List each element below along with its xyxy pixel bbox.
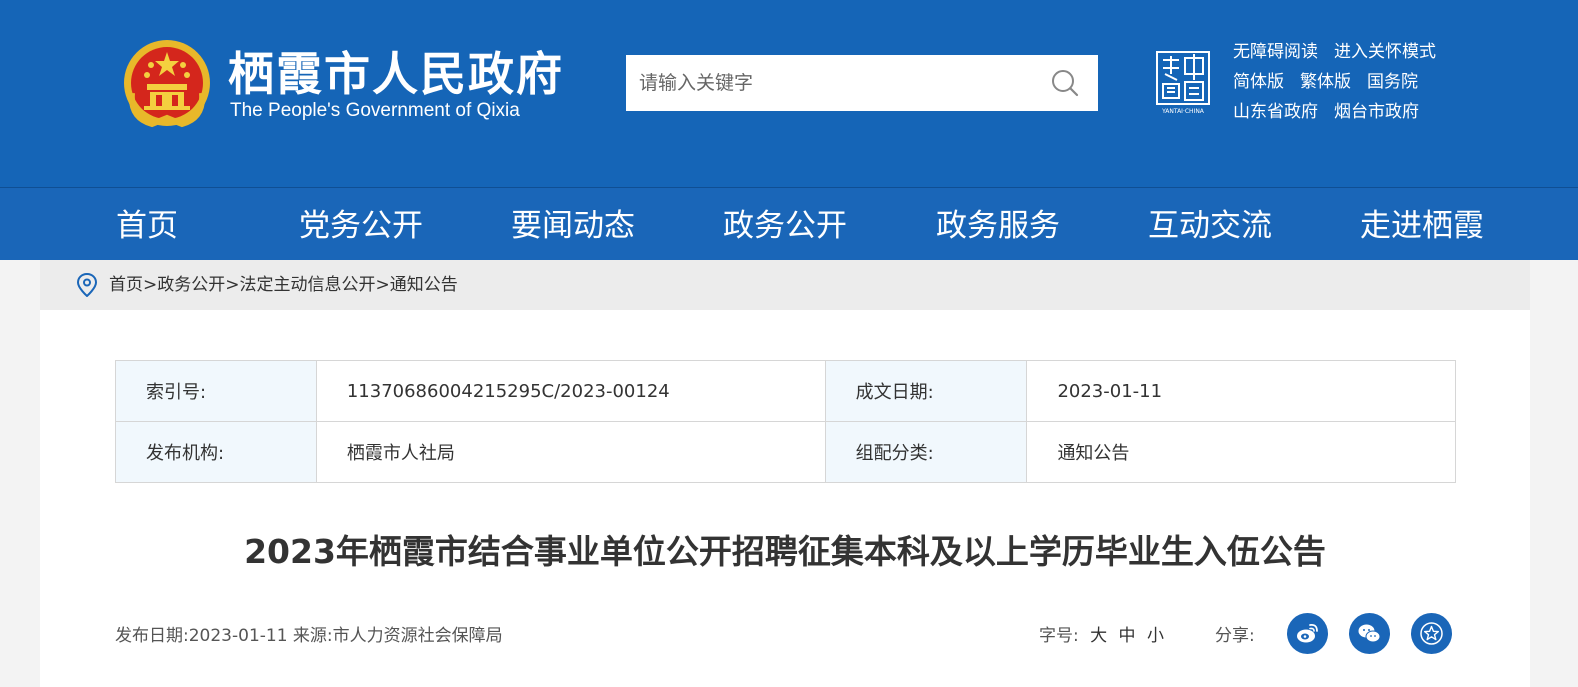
share-wechat-button[interactable] [1349,613,1390,654]
table-row: 索引号: 11370686004215295C/2023-00124 成文日期:… [115,360,1456,422]
location-pin-icon [76,273,98,297]
link-simplified[interactable]: 简体版 [1233,72,1284,92]
site-name-chinese: 栖霞市人民政府 [228,47,564,101]
index-value: 11370686004215295C/2023-00124 [315,360,826,422]
nav-item-gov-services[interactable]: 政务服务 [936,188,1060,264]
national-emblem-icon [124,40,210,128]
nav-item-party-affairs[interactable]: 党务公开 [299,188,423,264]
yantai-china-logo-icon[interactable]: YANTAI·CHINA [1155,50,1211,116]
publish-info: 发布日期:2023-01-11 来源:市人力资源社会保障局 [115,626,503,646]
site-header: 栖霞市人民政府 The People's Government of Qixia… [0,0,1578,187]
link-yantai-gov[interactable]: 烟台市政府 [1334,102,1419,122]
font-size-label: 字号: [1039,626,1079,646]
breadcrumb: 首页>政务公开>法定主动信息公开>通知公告 [40,260,1530,310]
weibo-icon [1297,623,1318,643]
document-meta-table: 索引号: 11370686004215295C/2023-00124 成文日期:… [115,360,1456,483]
date-value: 2023-01-11 [1026,360,1456,422]
nav-item-home[interactable]: 首页 [116,188,178,264]
nav-item-interaction[interactable]: 互动交流 [1148,188,1272,264]
link-accessible-reading[interactable]: 无障碍阅读 [1233,42,1318,62]
breadcrumb-statutory-disclosure[interactable]: 法定主动信息公开 [240,275,376,295]
org-label: 发布机构: [115,421,317,483]
table-row: 发布机构: 栖霞市人社局 组配分类: 通知公告 [115,421,1456,483]
breadcrumb-separator: > [143,275,158,295]
link-care-mode[interactable]: 进入关怀模式 [1334,42,1436,62]
date-label: 成文日期: [824,360,1028,422]
top-links: 无障碍阅读 进入关怀模式 简体版 繁体版 国务院 山东省政府 烟台市政府 [1233,38,1452,128]
font-size-control: 字号: 大 中 小 [1039,622,1164,650]
font-size-medium-button[interactable]: 中 [1119,626,1136,646]
category-value: 通知公告 [1026,421,1456,483]
font-size-large-button[interactable]: 大 [1090,626,1107,646]
breadcrumb-home[interactable]: 首页 [109,275,143,295]
link-state-council[interactable]: 国务院 [1367,72,1418,92]
breadcrumb-separator: > [375,275,390,295]
link-shandong-gov[interactable]: 山东省政府 [1233,102,1318,122]
share-weibo-button[interactable] [1287,613,1328,654]
link-traditional[interactable]: 繁体版 [1300,72,1351,92]
content-panel: 首页>政务公开>法定主动信息公开>通知公告 索引号: 1137068600421… [40,260,1530,687]
search-input[interactable] [626,55,1036,111]
search-box [626,55,1098,111]
share-label: 分享: [1215,626,1255,646]
favorite-star-icon [1420,622,1443,645]
wechat-icon [1358,624,1381,643]
breadcrumb-trail: 首页>政务公开>法定主动信息公开>通知公告 [109,260,458,310]
nav-item-about-qixia[interactable]: 走进栖霞 [1360,188,1484,264]
search-icon[interactable] [1050,68,1080,98]
site-name-english: The People's Government of Qixia [230,100,520,121]
share-favorite-button[interactable] [1411,613,1452,654]
breadcrumb-separator: > [225,275,240,295]
main-nav: 首页 党务公开 要闻动态 政务公开 政务服务 互动交流 走进栖霞 [0,187,1578,260]
category-label: 组配分类: [824,421,1028,483]
logo-caption: YANTAI·CHINA [1161,108,1205,115]
breadcrumb-notices[interactable]: 通知公告 [390,275,458,295]
article-title: 2023年栖霞市结合事业单位公开招聘征集本科及以上学历毕业生入伍公告 [244,532,1326,571]
nav-item-news[interactable]: 要闻动态 [511,188,635,264]
index-label: 索引号: [115,360,317,422]
org-value: 栖霞市人社局 [315,421,826,483]
nav-item-gov-affairs[interactable]: 政务公开 [723,188,847,264]
breadcrumb-gov-affairs[interactable]: 政务公开 [157,275,225,295]
font-size-small-button[interactable]: 小 [1147,626,1164,646]
